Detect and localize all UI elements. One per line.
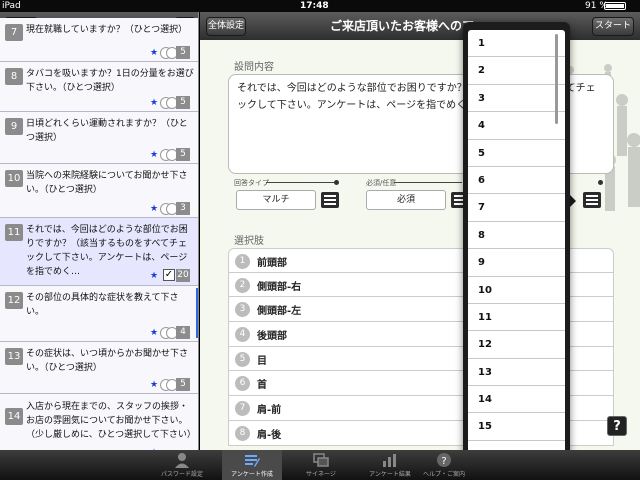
question-item-14[interactable]: 14 入店から現在までの、スタッフの挨拶・お店の雰囲気についてお聞かせ下さい。（…	[0, 394, 198, 450]
question-text: その部位の具体的な症状を教えて下さい。	[26, 293, 179, 317]
question-number: 11	[5, 224, 23, 241]
clock: 17:48	[300, 1, 329, 11]
person-icon	[175, 453, 189, 468]
settings-button[interactable]: 全体設定	[206, 17, 246, 36]
options-count-icon: 5	[160, 376, 190, 392]
options-count-icon: 5	[160, 146, 190, 162]
battery-icon	[604, 2, 626, 10]
question-heading: 設問内容	[234, 62, 274, 73]
tab-help[interactable]: ? ヘルプ・ご案内	[420, 450, 468, 480]
question-item-13[interactable]: 13 その症状は、いつ頃からかお聞かせ下さい。（ひとつ選択） ★ 5	[0, 342, 198, 394]
tab-label: ヘルプ・ご案内	[422, 471, 465, 478]
question-text: タバコを吸いますか？1日の分量をお選び下さい。（ひとつ選択）	[26, 69, 194, 93]
question-item-9[interactable]: 9 日頃どれくらい運動されますか？（ひとつ選択） ★ 5	[0, 112, 198, 164]
options-count-icon: 5	[160, 94, 190, 110]
picker-option[interactable]: 15	[468, 413, 565, 441]
star-icon: ★	[150, 48, 159, 58]
number-picker-list: 1 2 3 4 5 6 7 8 9 10 11 12 13 14 15 16	[468, 30, 565, 468]
question-editor: 全体設定 ご来店頂いたお客様へのア スタート 設問内容 それでは、今回はどのよう…	[200, 12, 640, 450]
main-toolbar: 全体設定 ご来店頂いたお客様へのア スタート	[200, 12, 640, 40]
question-item-7[interactable]: 7 現在就職していますか？（ひとつ選択） ★ 5	[0, 18, 198, 62]
question-text: 現在就職していますか？（ひとつ選択）	[26, 25, 188, 35]
picker-option[interactable]: 9	[468, 249, 565, 277]
star-icon: ★	[150, 328, 159, 338]
answer-type-label: 回答タイプ	[234, 179, 269, 187]
carrier-label: iPad	[2, 1, 21, 11]
question-text: 当院への来院経験についてお聞かせ下さい。（ひとつ選択）	[26, 171, 188, 195]
required-divider	[394, 182, 462, 183]
checkbox-icon: ✓	[163, 269, 175, 281]
options-count-icon: 5	[160, 44, 190, 60]
picker-option[interactable]: 12	[468, 331, 565, 359]
list-picker-icon[interactable]	[321, 192, 339, 208]
picker-option[interactable]: 1	[468, 30, 565, 58]
help-button[interactable]: ?	[607, 416, 627, 436]
edit-icon	[245, 455, 260, 467]
picker-option[interactable]: 13	[468, 359, 565, 387]
picker-option[interactable]: 2	[468, 57, 565, 85]
star-icon: ★	[150, 380, 159, 390]
question-number: 10	[5, 170, 23, 187]
question-text: 入店から現在までの、スタッフの挨拶・お店の雰囲気についてお聞かせ下さい。（少し厳…	[26, 402, 196, 440]
question-number: 13	[5, 348, 23, 365]
chart-icon	[383, 454, 396, 467]
tab-signage[interactable]: サイネージ	[291, 450, 351, 480]
question-number: 7	[5, 24, 23, 41]
question-number: 9	[5, 118, 23, 135]
picker-option[interactable]: 4	[468, 112, 565, 140]
option-count-dot	[598, 180, 603, 185]
selection-indicator	[196, 288, 198, 338]
tab-label: アンケート結果	[369, 471, 411, 478]
tab-password[interactable]: パスワード設定	[152, 450, 212, 480]
picker-option[interactable]: 11	[468, 304, 565, 332]
answer-type-field[interactable]: マルチ	[236, 190, 316, 210]
scrollbar[interactable]	[555, 34, 558, 124]
list-picker-icon[interactable]	[583, 192, 601, 208]
picker-option[interactable]: 5	[468, 140, 565, 167]
tab-label: サイネージ	[306, 471, 336, 478]
question-text: その症状は、いつ頃からかお聞かせ下さい。（ひとつ選択）	[26, 349, 189, 373]
question-list: 7 現在就職していますか？（ひとつ選択） ★ 5 8 タバコを吸いますか？1日の…	[0, 18, 198, 450]
question-number: 8	[5, 68, 23, 85]
answer-type-dot	[334, 180, 339, 185]
star-icon: ★	[150, 271, 159, 281]
svg-text:?: ?	[441, 456, 446, 467]
options-count-icon: ✓ 20	[163, 269, 190, 282]
question-item-8[interactable]: 8 タバコを吸いますか？1日の分量をお選び下さい。（ひとつ選択） ★ 5	[0, 62, 198, 112]
question-number: 14	[5, 408, 23, 425]
start-button[interactable]: スタート	[592, 17, 634, 36]
question-text: 日頃どれくらい運動されますか？（ひとつ選択）	[26, 119, 188, 143]
tab-label: アンケート作成	[231, 471, 273, 478]
picker-option[interactable]: 8	[468, 222, 565, 250]
tab-survey-create[interactable]: アンケート作成	[222, 450, 282, 480]
picker-option[interactable]: 3	[468, 85, 565, 113]
question-item-12[interactable]: 12 その部位の具体的な症状を教えて下さい。 ★ 4	[0, 286, 198, 342]
question-list-panel: 編集 + 7 現在就職していますか？（ひとつ選択） ★ 5 8 タバコを吸います…	[0, 12, 199, 450]
question-item-11[interactable]: 11 それでは、今回はどのような部位でお困りですか？（該当するものをすべてチェッ…	[0, 218, 198, 286]
help-icon: ?	[437, 453, 451, 467]
question-number: 12	[5, 292, 23, 309]
picker-option[interactable]: 6	[468, 167, 565, 195]
picker-option[interactable]: 7	[468, 194, 565, 222]
picker-option[interactable]: 14	[468, 386, 565, 414]
number-picker-popover: 1 2 3 4 5 6 7 8 9 10 11 12 13 14 15 16	[463, 22, 570, 472]
star-icon: ★	[150, 98, 159, 108]
tab-label: パスワード設定	[160, 471, 203, 478]
screens-icon	[313, 453, 329, 467]
required-field[interactable]: 必須	[366, 190, 446, 210]
page-title: ご来店頂いたお客様へのア	[330, 19, 475, 33]
tab-bar: パスワード設定 アンケート作成 サイネージ アンケート結果 ? ヘルプ・ご案内	[0, 450, 640, 480]
options-count-icon: 4	[160, 324, 190, 340]
options-count-icon: 3	[160, 200, 190, 216]
tab-survey-results[interactable]: アンケート結果	[360, 450, 420, 480]
star-icon: ★	[150, 150, 159, 160]
status-bar: iPad 17:48 91 %	[0, 0, 640, 12]
picker-option[interactable]: 10	[468, 277, 565, 304]
answer-type-divider	[266, 182, 336, 183]
choices-heading: 選択肢	[234, 236, 264, 247]
question-item-10[interactable]: 10 当院への来院経験についてお聞かせ下さい。（ひとつ選択） ★ 3	[0, 164, 198, 218]
required-label: 必須/任意	[366, 179, 397, 187]
star-icon: ★	[150, 204, 159, 214]
